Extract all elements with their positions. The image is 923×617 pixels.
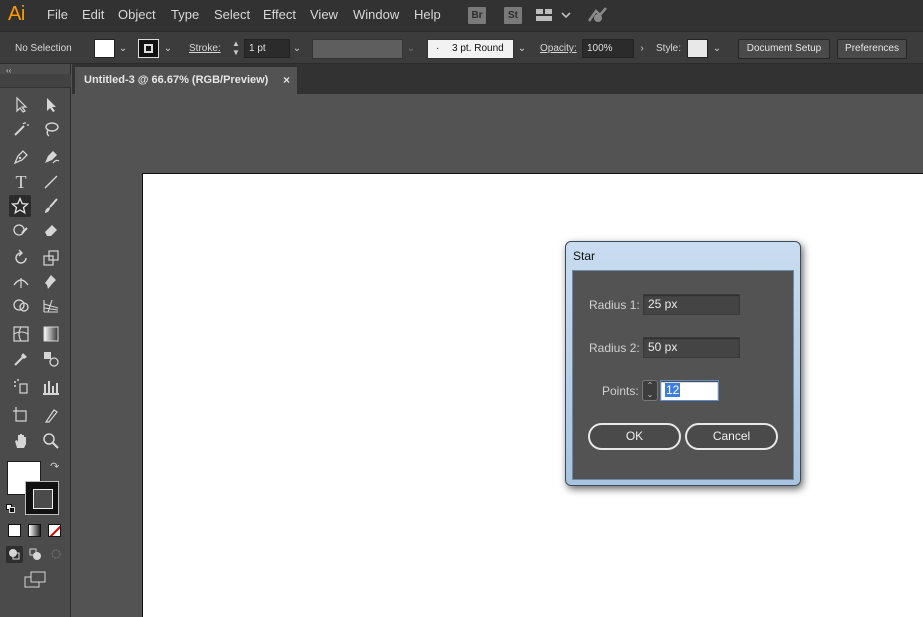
menu-type[interactable]: Type <box>171 7 199 22</box>
change-screen-mode-icon[interactable] <box>24 571 48 589</box>
style-chevron-icon[interactable]: ⌄ <box>710 40 724 57</box>
app-logo: Ai <box>8 3 25 25</box>
star-dialog: Star Radius 1: 25 px Radius 2: 50 px Poi… <box>565 241 801 486</box>
none-mode-icon[interactable] <box>48 524 61 537</box>
workspace-layout-icon[interactable] <box>536 8 572 25</box>
artboard-tool-icon[interactable] <box>10 404 32 426</box>
opacity-chevron-right-icon[interactable]: › <box>635 40 649 57</box>
stroke-weight-chevron-icon[interactable]: ⌄ <box>290 40 304 57</box>
selection-tool-icon[interactable] <box>10 94 32 116</box>
column-graph-tool-icon[interactable] <box>40 376 62 398</box>
symbol-sprayer-tool-icon[interactable] <box>10 376 32 398</box>
blend-tool-icon[interactable] <box>40 348 62 370</box>
menu-select[interactable]: Select <box>214 7 250 22</box>
opacity-label[interactable]: Opacity: <box>540 43 577 54</box>
brush-dot-icon: · <box>436 43 440 54</box>
document-tab[interactable]: Untitled-3 @ 66.67% (RGB/Preview) × <box>75 67 297 94</box>
profile-chevron-icon[interactable]: ⌄ <box>404 40 418 57</box>
draw-behind-icon[interactable] <box>27 546 44 563</box>
cancel-button[interactable]: Cancel <box>685 423 778 450</box>
hand-tool-icon[interactable] <box>10 430 32 452</box>
selection-status: No Selection <box>15 43 72 54</box>
stroke-weight-field[interactable]: 1 pt <box>244 39 290 58</box>
stroke-color-box[interactable] <box>25 481 59 515</box>
draw-inside-icon[interactable] <box>48 546 65 563</box>
fill-dropdown-chevron-icon[interactable]: ⌄ <box>116 40 130 57</box>
tools-panel-grip[interactable] <box>0 74 71 88</box>
mesh-tool-icon[interactable] <box>10 323 32 345</box>
document-tab-bar: Untitled-3 @ 66.67% (RGB/Preview) × <box>72 64 923 94</box>
menu-object[interactable]: Object <box>118 7 156 22</box>
gradient-mode-icon[interactable] <box>28 524 41 537</box>
brush-label: 3 pt. Round <box>452 43 504 54</box>
rotate-tool-icon[interactable] <box>10 247 32 269</box>
gradient-tool-icon[interactable] <box>40 323 62 345</box>
close-icon[interactable]: × <box>283 67 290 94</box>
menu-file[interactable]: File <box>47 7 68 22</box>
menu-edit[interactable]: Edit <box>82 7 104 22</box>
radius2-field[interactable]: 50 px <box>643 337 740 358</box>
slice-tool-icon[interactable] <box>40 404 62 426</box>
control-bar: No Selection ⌄ ⌄ Stroke: ▲ ▼ 1 pt ⌄ ⌄ · 3… <box>0 31 923 64</box>
preferences-button[interactable]: Preferences <box>837 39 907 59</box>
line-segment-tool-icon[interactable] <box>40 171 62 193</box>
zoom-tool-icon[interactable] <box>40 430 62 452</box>
graphic-style-swatch[interactable] <box>687 39 708 58</box>
type-tool-icon[interactable]: T <box>10 171 32 193</box>
menu-effect[interactable]: Effect <box>263 7 296 22</box>
opacity-field[interactable]: 100% <box>582 39 634 58</box>
star-tool-icon[interactable] <box>9 195 31 217</box>
document-tab-title: Untitled-3 @ 66.67% (RGB/Preview) <box>84 74 269 86</box>
radius2-label: Radius 2: <box>589 341 640 355</box>
stock-icon[interactable]: St <box>504 7 522 24</box>
dialog-body: Radius 1: 25 px Radius 2: 50 px Points: … <box>572 270 794 480</box>
stroke-swatch[interactable] <box>138 39 159 58</box>
points-stepper[interactable]: ⌃ ⌄ <box>642 380 658 401</box>
lasso-tool-icon[interactable] <box>40 118 62 140</box>
puppet-warp-tool-icon[interactable] <box>40 271 62 293</box>
default-fill-stroke-icon[interactable] <box>6 501 16 513</box>
shaper-tool-icon[interactable] <box>10 219 32 241</box>
brush-definition[interactable]: · 3 pt. Round <box>427 39 514 59</box>
swap-fill-stroke-icon[interactable]: ↷ <box>50 460 59 473</box>
perspective-grid-tool-icon[interactable] <box>40 295 62 317</box>
menu-help[interactable]: Help <box>414 7 441 22</box>
stroke-stepper[interactable]: ▲ ▼ <box>229 39 243 58</box>
points-label: Points: <box>602 384 639 398</box>
eyedropper-tool-icon[interactable] <box>10 348 32 370</box>
document-setup-button[interactable]: Document Setup <box>738 39 830 59</box>
artboard[interactable] <box>142 173 923 617</box>
points-value: 12 <box>665 383 681 397</box>
draw-normal-icon[interactable] <box>6 546 23 563</box>
direct-selection-tool-icon[interactable] <box>40 94 62 116</box>
brush-chevron-icon[interactable]: ⌄ <box>515 40 529 57</box>
paintbrush-tool-icon[interactable] <box>40 195 62 217</box>
dialog-title: Star <box>573 249 596 263</box>
width-tool-icon[interactable] <box>10 271 32 293</box>
curvature-tool-icon[interactable] <box>40 146 62 168</box>
eraser-tool-icon[interactable] <box>40 219 62 241</box>
tools-panel: ‹‹ T ↷ <box>0 64 71 617</box>
magic-wand-tool-icon[interactable] <box>10 118 32 140</box>
points-field[interactable]: 12 <box>660 380 719 401</box>
shape-builder-tool-icon[interactable] <box>10 295 32 317</box>
fill-swatch[interactable] <box>94 39 115 58</box>
scale-tool-icon[interactable] <box>40 247 62 269</box>
menu-bar: Ai File Edit Object Type Select Effect V… <box>0 0 923 31</box>
radius1-label: Radius 1: <box>589 298 640 312</box>
stroke-label[interactable]: Stroke: <box>189 43 221 54</box>
radius1-field[interactable]: 25 px <box>643 294 740 315</box>
pen-tool-icon[interactable] <box>10 146 32 168</box>
color-mode-icon[interactable] <box>8 524 21 537</box>
ok-button[interactable]: OK <box>588 423 681 450</box>
menu-view[interactable]: View <box>310 7 338 22</box>
variable-width-profile[interactable] <box>312 39 403 59</box>
menu-window[interactable]: Window <box>353 7 399 22</box>
style-label: Style: <box>656 43 682 54</box>
gpu-performance-icon[interactable] <box>586 5 610 28</box>
stroke-dropdown-chevron-icon[interactable]: ⌄ <box>161 40 175 57</box>
bridge-icon[interactable]: Br <box>468 7 486 24</box>
